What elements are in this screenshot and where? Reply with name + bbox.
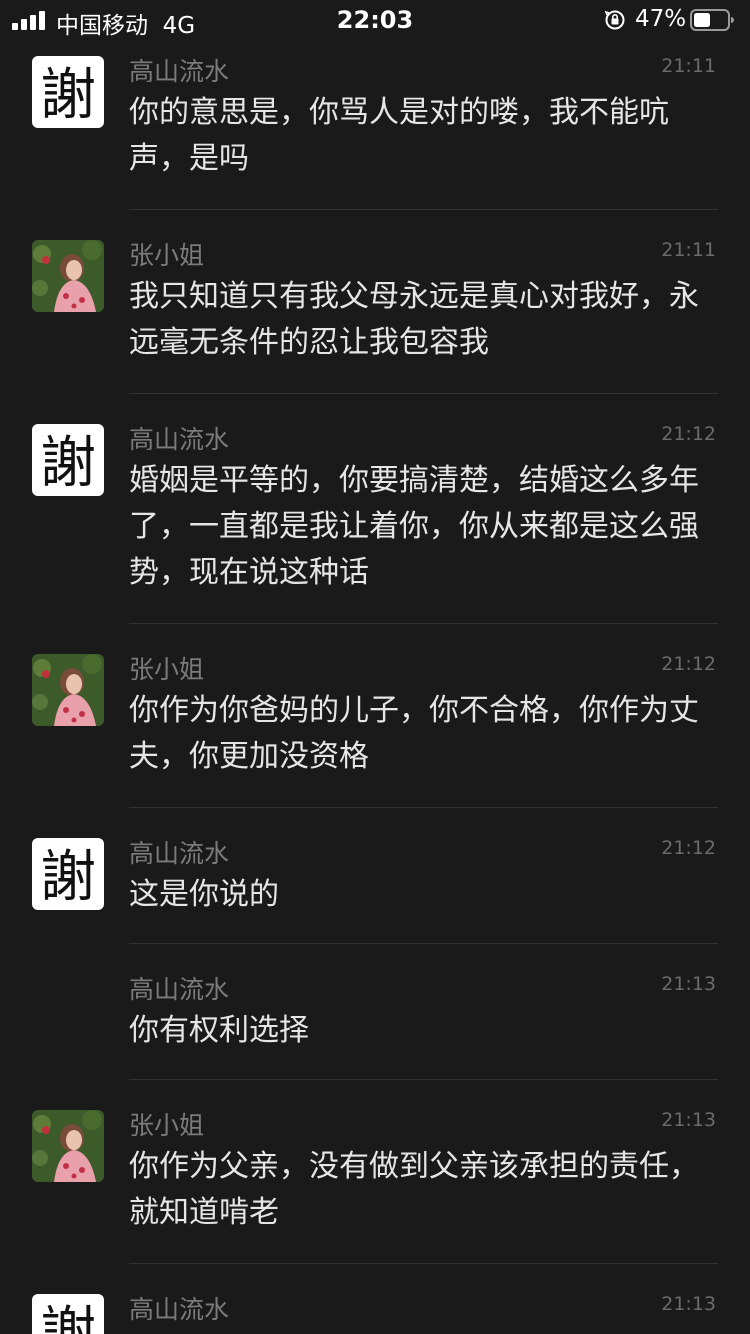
battery-percent: 47% xyxy=(635,6,687,32)
avatar[interactable] xyxy=(32,654,104,726)
sender-name: 高山流水 xyxy=(129,839,230,868)
orientation-lock-icon xyxy=(604,10,625,30)
avatar-glyph: 謝 xyxy=(40,63,96,128)
svg-text:謝: 謝 xyxy=(40,63,96,128)
message-text: 你的意思是，你骂人是对的喽，我不能吭声，是吗 xyxy=(129,95,669,176)
avatar[interactable] xyxy=(32,1110,104,1182)
message-time: 21:11 xyxy=(661,55,716,77)
message-time: 21:12 xyxy=(661,837,716,859)
message-row[interactable]: 张小姐 21:13 你作为父亲，没有做到父亲该承担的责任，就知道啃老 xyxy=(0,1080,750,1264)
battery-icon xyxy=(690,9,734,31)
avatar-glyph: 謝 xyxy=(40,431,96,496)
avatar-photo-image xyxy=(32,1110,104,1182)
sender-name: 张小姐 xyxy=(129,1111,205,1140)
sender-name: 高山流水 xyxy=(129,975,230,1004)
message-row[interactable]: 謝 高山流水 21:11 你的意思是，你骂人是对的喽，我不能吭声，是吗 xyxy=(0,42,750,210)
avatar[interactable]: 謝 xyxy=(32,838,104,910)
message-time: 21:13 xyxy=(661,1109,716,1131)
message-row[interactable]: 謝 高山流水 21:13 xyxy=(0,1264,750,1334)
message-time: 21:11 xyxy=(661,239,716,261)
avatar-photo-image xyxy=(32,654,104,726)
message-text: 你作为你爸妈的儿子，你不合格，你作为丈夫，你更加没资格 xyxy=(129,693,699,774)
avatar-glyph: 謝 xyxy=(40,1301,96,1334)
avatar-glyph: 謝 xyxy=(40,845,96,910)
message-text: 婚姻是平等的，你要搞清楚，结婚这么多年了，一直都是我让着你，你从来都是这么强势，… xyxy=(129,463,699,590)
message-text: 你有权利选择 xyxy=(129,1013,309,1048)
message-time: 21:12 xyxy=(661,653,716,675)
sender-name: 高山流水 xyxy=(129,425,230,454)
avatar[interactable]: 謝 xyxy=(32,1294,104,1334)
message-row[interactable]: 张小姐 21:12 你作为你爸妈的儿子，你不合格，你作为丈夫，你更加没资格 xyxy=(0,624,750,808)
svg-text:謝: 謝 xyxy=(40,431,96,496)
message-time: 21:13 xyxy=(661,1293,716,1315)
message-text: 这是你说的 xyxy=(129,877,279,912)
avatar[interactable]: 謝 xyxy=(32,56,104,128)
sender-name: 高山流水 xyxy=(129,1295,230,1324)
message-text: 我只知道只有我父母永远是真心对我好，永远毫无条件的忍让我包容我 xyxy=(129,279,699,360)
avatar-photo-image xyxy=(32,240,104,312)
sender-name: 张小姐 xyxy=(129,241,205,270)
message-row[interactable]: 张小姐 21:11 我只知道只有我父母永远是真心对我好，永远毫无条件的忍让我包容… xyxy=(0,210,750,394)
avatar[interactable]: 謝 xyxy=(32,424,104,496)
message-row[interactable]: 高山流水 21:13 你有权利选择 xyxy=(0,944,750,1080)
status-bar: 中国移动 4G 22:03 47% xyxy=(0,0,750,42)
message-time: 21:13 xyxy=(661,973,716,995)
sender-name: 张小姐 xyxy=(129,655,205,684)
sender-name: 高山流水 xyxy=(129,57,230,86)
message-row[interactable]: 謝 高山流水 21:12 婚姻是平等的，你要搞清楚，结婚这么多年了，一直都是我让… xyxy=(0,394,750,624)
avatar[interactable] xyxy=(32,240,104,312)
message-text: 你作为父亲，没有做到父亲该承担的责任，就知道啃老 xyxy=(129,1149,699,1230)
message-row[interactable]: 謝 高山流水 21:12 这是你说的 xyxy=(0,808,750,944)
svg-text:謝: 謝 xyxy=(40,845,96,910)
message-time: 21:12 xyxy=(661,423,716,445)
svg-text:謝: 謝 xyxy=(40,1301,96,1334)
